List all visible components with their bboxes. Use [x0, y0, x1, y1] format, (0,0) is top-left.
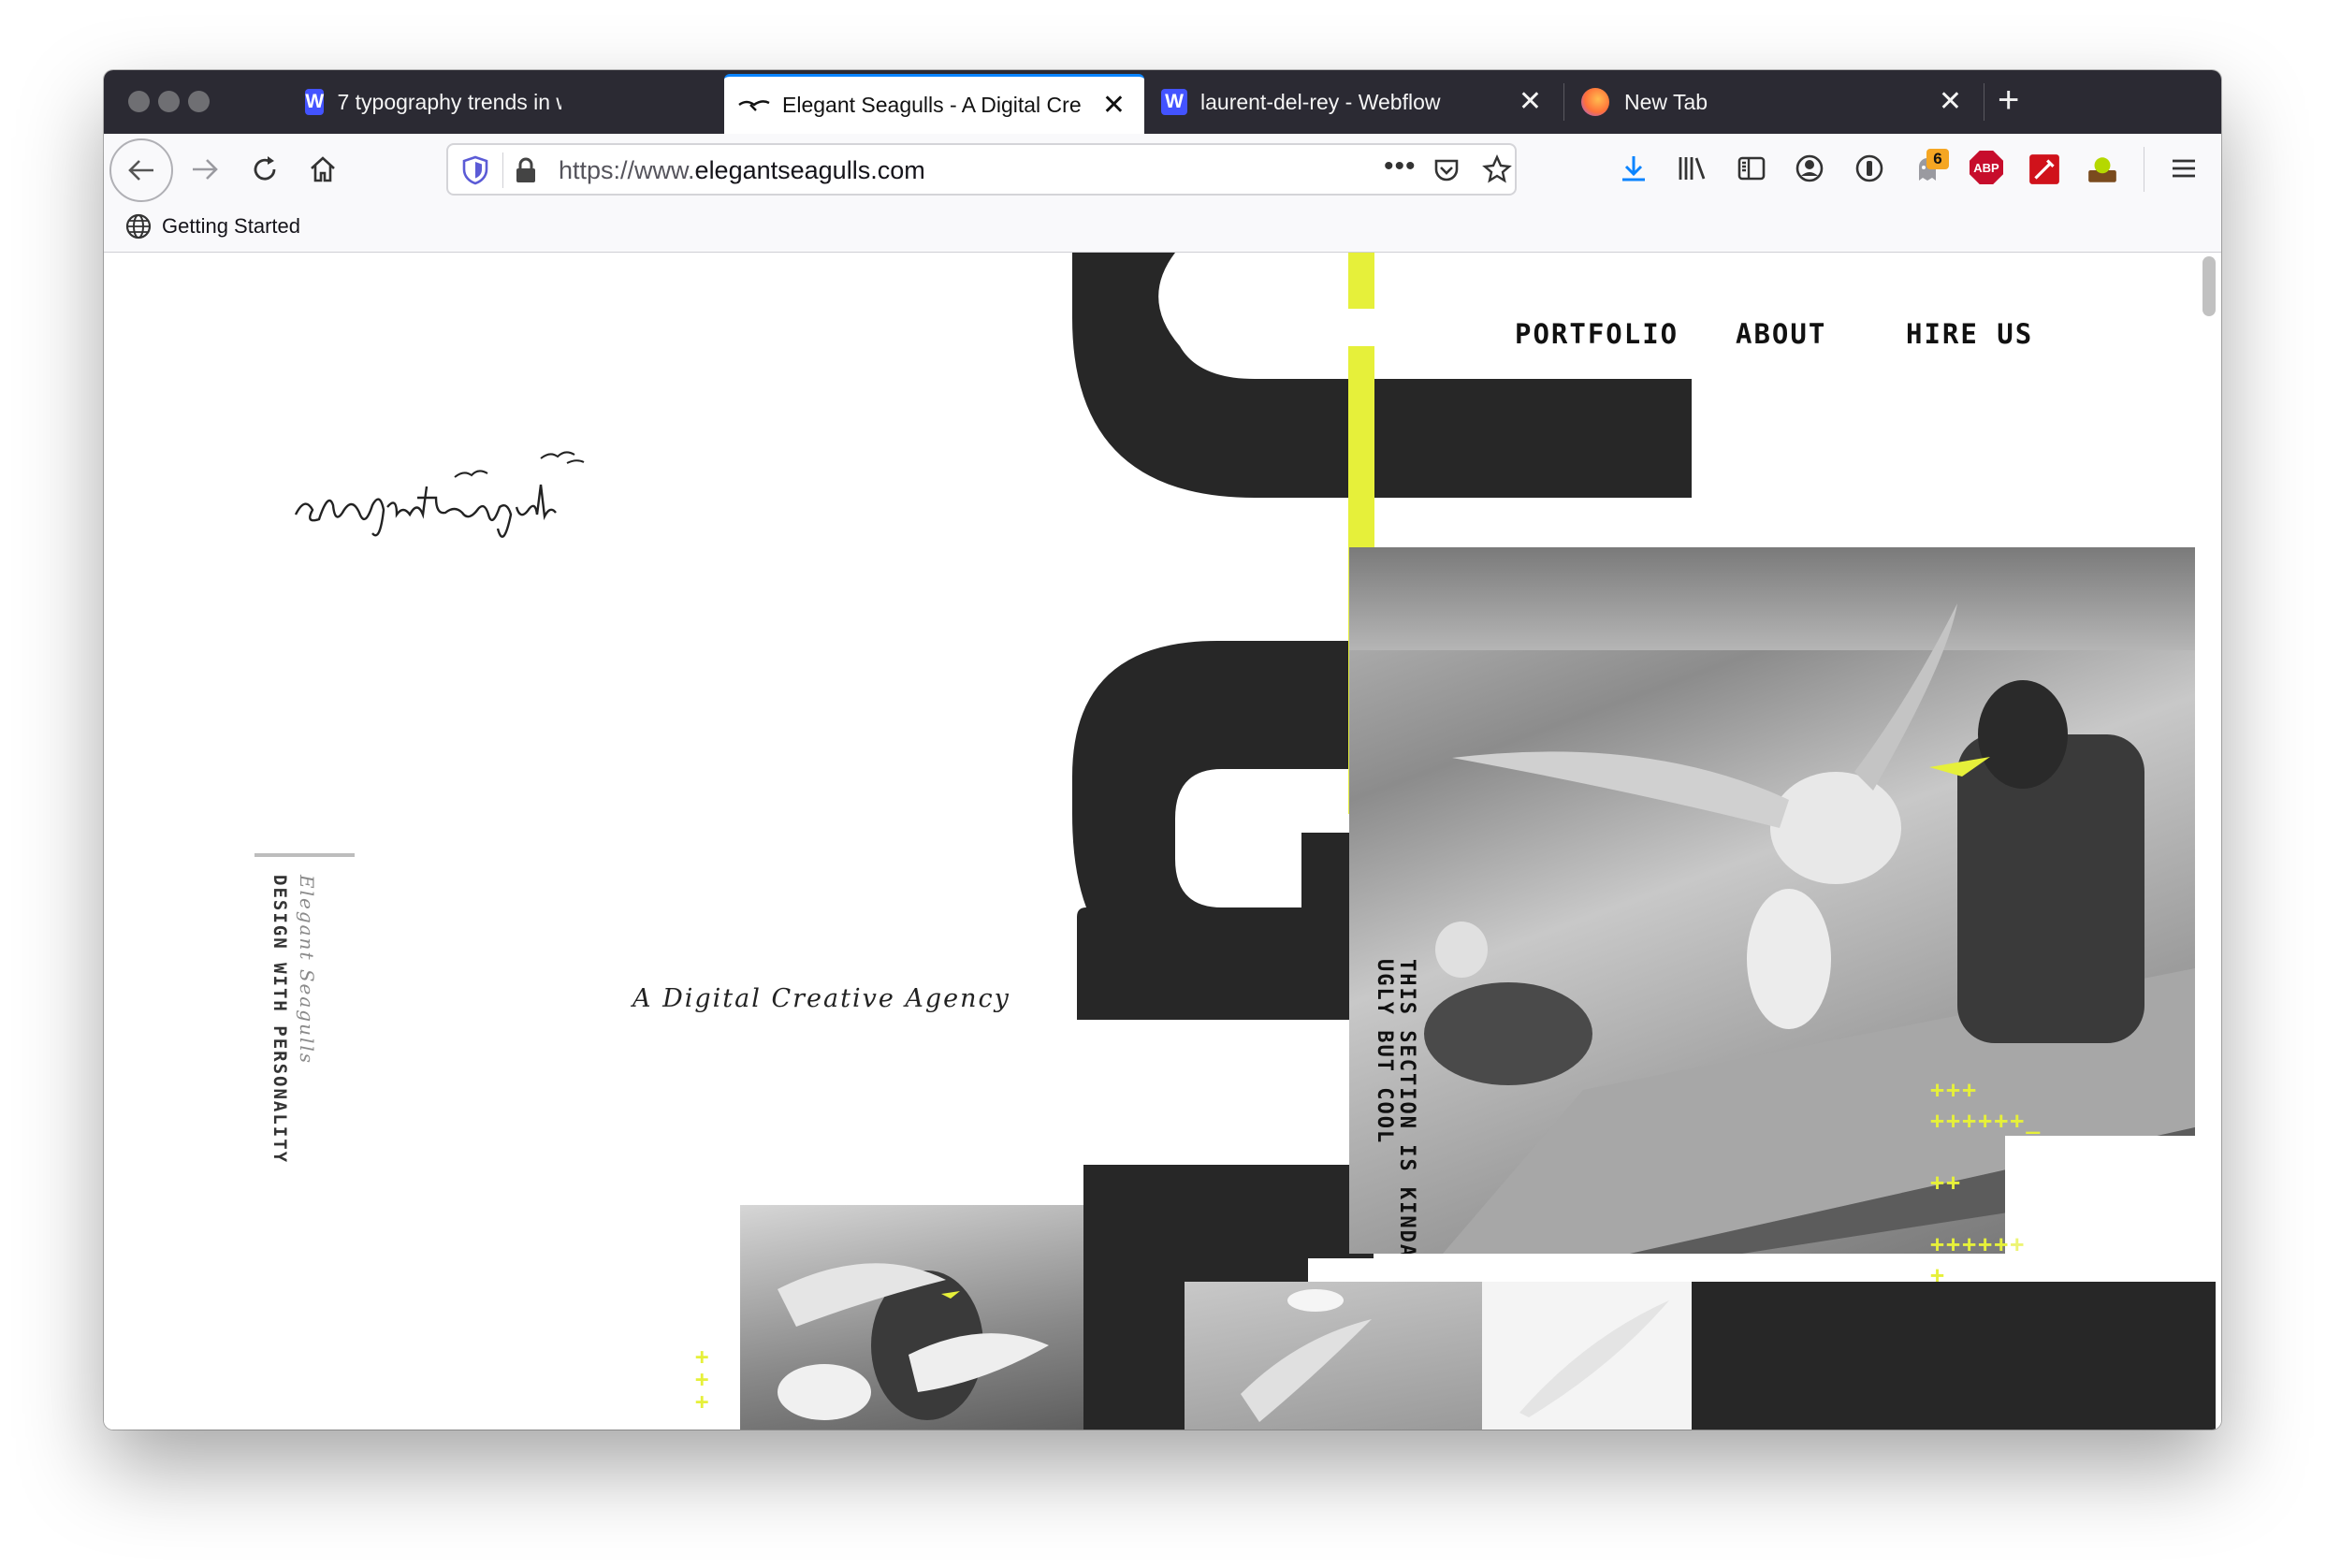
browser-window: W 7 typography trends in web des ✕ Elega…: [104, 70, 2221, 1430]
seagulls-photo-bottom-left: [740, 1205, 1083, 1430]
decorative-plus-marks-small: + + +: [695, 1343, 709, 1415]
reload-icon: [254, 156, 276, 181]
notification-badge: 6: [1926, 149, 1949, 169]
account-icon[interactable]: [1794, 152, 1825, 184]
webpage-content: THIS SECTION IS KINDA UGLY BUT COOL +++ +…: [104, 253, 2221, 1430]
nav-portfolio-link[interactable]: PORTFOLIO: [1515, 318, 1679, 350]
color-picker-extension-icon[interactable]: [2028, 152, 2061, 186]
close-tab-icon[interactable]: ✕: [1519, 88, 1542, 116]
address-bar[interactable]: https://www.elegantseagulls.com •••: [446, 143, 1517, 196]
page-actions-icon[interactable]: •••: [1384, 151, 1417, 182]
elegant-seagulls-logo[interactable]: [286, 440, 642, 561]
library-icon[interactable]: [1676, 152, 1708, 184]
tab-title: New Tab: [1624, 89, 1708, 114]
webflow-favicon-icon: W: [1161, 89, 1187, 115]
firefox-favicon-icon: [1581, 88, 1609, 116]
nav-about-link[interactable]: ABOUT: [1736, 318, 1826, 350]
tab-title: Elegant Seagulls - A Digital Cre: [782, 93, 1082, 117]
password-manager-icon[interactable]: [1854, 152, 1885, 184]
forward-button[interactable]: [179, 143, 231, 196]
url-scheme: https://www.: [559, 156, 695, 184]
bookmarks-toolbar: Getting Started: [104, 205, 2221, 253]
bookmark-star-icon[interactable]: [1482, 154, 1512, 184]
url-host: elegantseagulls.com: [694, 156, 925, 184]
tab-laurent-del-rey[interactable]: W laurent-del-rey - Webflow ✕: [1161, 70, 1564, 134]
seagull-favicon-icon: [738, 99, 770, 111]
side-divider: [254, 853, 355, 857]
agency-tagline: A Digital Creative Agency: [632, 984, 1010, 1013]
lock-icon[interactable]: [514, 156, 538, 184]
side-script-text: Elegant Seagulls: [296, 875, 318, 1066]
back-button[interactable]: [109, 138, 173, 202]
extension-plant-icon[interactable]: [2086, 152, 2119, 186]
home-button[interactable]: [297, 143, 349, 196]
navigation-toolbar: https://www.elegantseagulls.com ••• 6 AB…: [104, 134, 2221, 205]
minimize-window-button[interactable]: [158, 91, 180, 112]
tab-strip: W 7 typography trends in web des ✕ Elega…: [104, 70, 2221, 134]
url-text[interactable]: https://www.elegantseagulls.com: [559, 156, 925, 185]
side-caption-text: DESIGN WITH PERSONALITY: [269, 875, 290, 1165]
close-window-button[interactable]: [128, 91, 150, 112]
seagulls-photo-bottom-middle: [1185, 1282, 1482, 1430]
globe-icon: [125, 213, 152, 240]
tab-new-tab[interactable]: New Tab ✕: [1581, 70, 1984, 134]
photo-caption-line1: THIS SECTION IS KINDA: [1395, 959, 1418, 1254]
download-icon[interactable]: [1618, 152, 1650, 184]
adblock-plus-icon[interactable]: ABP: [1970, 151, 2003, 184]
sidebar-icon[interactable]: [1736, 152, 1767, 184]
menu-hamburger-icon[interactable]: [2168, 152, 2200, 184]
decorative-plus-marks: +++ ++++++_ ++ ++++++ +: [1930, 1076, 2043, 1288]
tab-elegant-seagulls[interactable]: Elegant Seagulls - A Digital Cre ✕: [724, 74, 1144, 134]
divider: [502, 152, 503, 188]
bookmark-label: Getting Started: [162, 214, 300, 238]
shield-icon[interactable]: [461, 155, 489, 185]
close-tab-icon[interactable]: ✕: [1939, 88, 1962, 116]
feather-image: [1482, 1282, 1692, 1430]
reload-button[interactable]: [239, 143, 291, 196]
tab-title: laurent-del-rey - Webflow: [1200, 89, 1441, 114]
close-tab-icon[interactable]: ✕: [1102, 91, 1126, 120]
new-tab-button[interactable]: +: [1998, 81, 2019, 119]
page-scrollbar[interactable]: [2202, 256, 2216, 316]
back-arrow-icon: [128, 160, 153, 181]
nav-hire-us-link[interactable]: HIRE US: [1906, 318, 2033, 350]
pocket-icon[interactable]: [1432, 156, 1461, 184]
home-icon: [311, 156, 335, 182]
zoom-window-button[interactable]: [188, 91, 210, 112]
forward-arrow-icon: [193, 159, 218, 180]
photo-caption-line2: UGLY BUT COOL: [1373, 959, 1396, 1145]
bookmark-getting-started[interactable]: Getting Started: [124, 212, 300, 240]
